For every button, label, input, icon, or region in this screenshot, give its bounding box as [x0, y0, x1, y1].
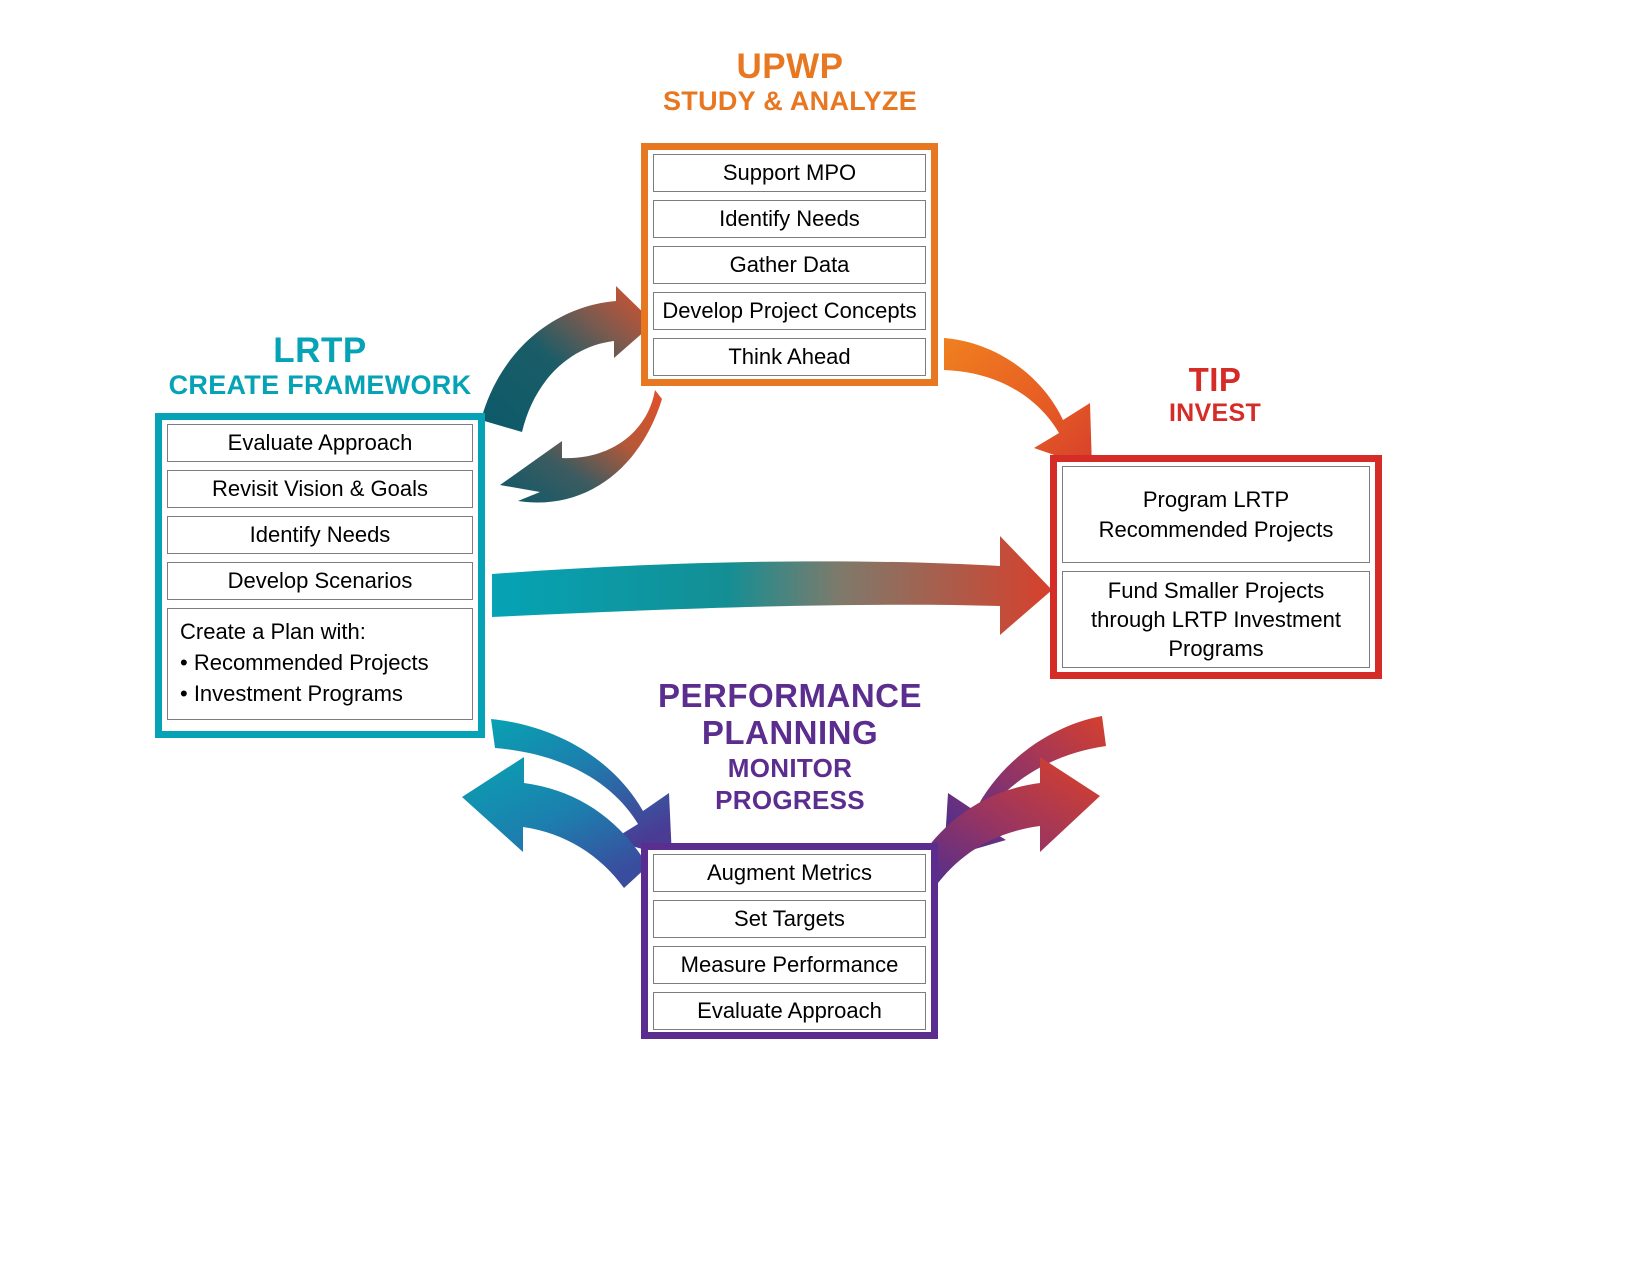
performance-title-line2: PLANNING	[701, 713, 879, 751]
tip-item-line: Fund Smaller Projects	[1107, 577, 1325, 603]
arrow-upwp-to-lrtp	[500, 390, 662, 503]
lrtp-subtitle: CREATE FRAMEWORK	[168, 369, 472, 400]
lrtp-item[interactable]: Identify Needs	[167, 516, 473, 554]
upwp-subtitle: STUDY & ANALYZE	[662, 85, 918, 116]
tip-box: Program LRTP Recommended Projects Fund S…	[1050, 455, 1382, 679]
upwp-box: Support MPO Identify Needs Gather Data D…	[641, 143, 938, 386]
arrow-upwp-to-tip	[944, 338, 1092, 468]
upwp-heading: UPWP STUDY & ANALYZE	[600, 48, 980, 116]
tip-subtitle: INVEST	[1168, 398, 1262, 427]
tip-heading: TIP INVEST	[1090, 362, 1340, 427]
performance-item[interactable]: Augment Metrics	[653, 854, 926, 892]
lrtp-plan-heading: Create a Plan with:	[180, 619, 366, 644]
upwp-item[interactable]: Think Ahead	[653, 338, 926, 376]
performance-item[interactable]: Measure Performance	[653, 946, 926, 984]
tip-item-line: Programs	[1168, 636, 1264, 662]
upwp-item[interactable]: Develop Project Concepts	[653, 292, 926, 330]
upwp-title: UPWP	[736, 47, 844, 86]
lrtp-item[interactable]: Develop Scenarios	[167, 562, 473, 600]
lrtp-item[interactable]: Revisit Vision & Goals	[167, 470, 473, 508]
lrtp-title: LRTP	[273, 331, 367, 370]
lrtp-heading: LRTP CREATE FRAMEWORK	[145, 332, 495, 400]
tip-item-line: Recommended Projects	[1098, 516, 1334, 542]
performance-planning-box: Augment Metrics Set Targets Measure Perf…	[641, 843, 938, 1039]
diagram-canvas: UPWP STUDY & ANALYZE Support MPO Identif…	[0, 0, 1650, 1275]
lrtp-item[interactable]: Evaluate Approach	[167, 424, 473, 462]
performance-title-line1: PERFORMANCE	[657, 677, 922, 714]
upwp-item[interactable]: Support MPO	[653, 154, 926, 192]
tip-item-line: through LRTP Investment	[1091, 606, 1341, 632]
performance-item[interactable]: Set Targets	[653, 900, 926, 938]
lrtp-plan-bullet: • Investment Programs	[180, 681, 403, 707]
upwp-item[interactable]: Gather Data	[653, 246, 926, 284]
lrtp-plan-bullets: • Recommended Projects • Investment Prog…	[180, 647, 460, 709]
lrtp-create-plan-item[interactable]: Create a Plan with: • Recommended Projec…	[167, 608, 473, 720]
performance-subtitle-line2: PROGRESS	[715, 784, 865, 815]
performance-planning-heading: PERFORMANCE PLANNING MONITOR PROGRESS	[600, 677, 980, 815]
arrow-lrtp-to-tip	[492, 536, 1052, 635]
tip-item[interactable]: Fund Smaller Projects through LRTP Inves…	[1062, 571, 1370, 668]
tip-item[interactable]: Program LRTP Recommended Projects	[1062, 466, 1370, 563]
tip-title: TIP	[1188, 361, 1242, 398]
arrow-lrtp-to-upwp	[481, 286, 654, 432]
lrtp-box: Evaluate Approach Revisit Vision & Goals…	[155, 413, 485, 738]
performance-subtitle-line1: MONITOR	[727, 752, 853, 783]
performance-item[interactable]: Evaluate Approach	[653, 992, 926, 1030]
lrtp-plan-bullet: • Recommended Projects	[180, 650, 429, 676]
upwp-item[interactable]: Identify Needs	[653, 200, 926, 238]
tip-item-line: Program LRTP	[1142, 487, 1290, 513]
